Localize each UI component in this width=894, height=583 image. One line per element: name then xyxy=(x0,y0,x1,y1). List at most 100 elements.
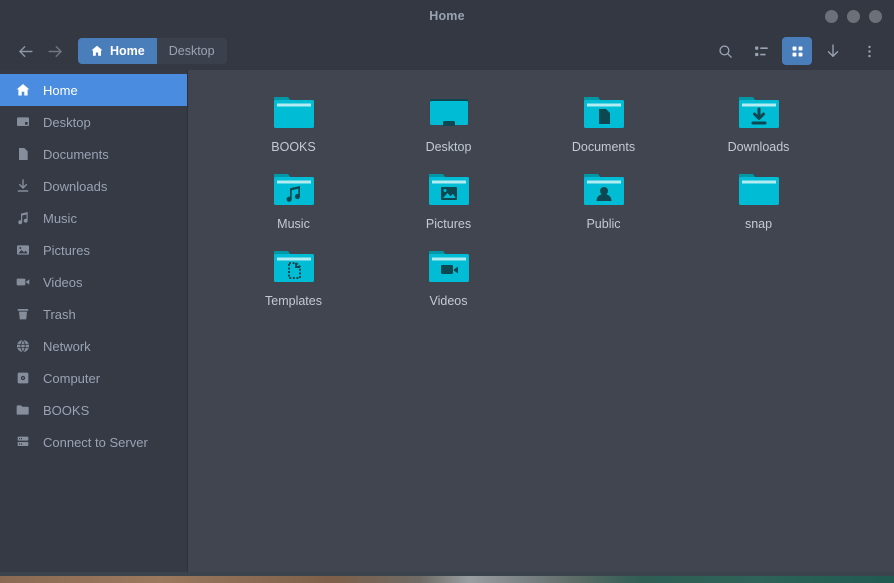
sidebar-item-desktop[interactable]: Desktop xyxy=(0,106,187,138)
file-label: Videos xyxy=(430,294,468,308)
window-controls xyxy=(825,0,882,32)
sidebar-item-network[interactable]: Network xyxy=(0,330,187,362)
sidebar-item-label: Downloads xyxy=(43,179,107,194)
maximize-button[interactable] xyxy=(847,10,860,23)
arrow-down-icon xyxy=(824,42,842,60)
file-item[interactable]: Desktop xyxy=(371,84,526,161)
folder-templates-icon xyxy=(270,244,318,288)
sidebar-item-label: Connect to Server xyxy=(43,435,148,450)
desktop-wallpaper xyxy=(0,572,894,583)
desktop-icon xyxy=(14,114,31,131)
minimize-button[interactable] xyxy=(825,10,838,23)
sidebar-item-label: Network xyxy=(43,339,91,354)
close-button[interactable] xyxy=(869,10,882,23)
trash-icon xyxy=(14,306,31,323)
folder-videos-icon xyxy=(425,244,473,288)
sidebar-item-label: Music xyxy=(43,211,77,226)
sidebar-item-music[interactable]: Music xyxy=(0,202,187,234)
file-item[interactable]: Downloads xyxy=(681,84,836,161)
breadcrumb-label: Home xyxy=(110,44,145,58)
computer-icon xyxy=(14,370,31,387)
folder-plain-icon xyxy=(735,167,783,211)
toolbar: Home Desktop xyxy=(0,32,894,70)
folder-music-icon xyxy=(270,167,318,211)
globe-icon xyxy=(14,338,31,355)
file-item[interactable]: Videos xyxy=(371,238,526,315)
sidebar-item-label: Trash xyxy=(43,307,76,322)
sidebar-item-videos[interactable]: Videos xyxy=(0,266,187,298)
sidebar-item-pictures[interactable]: Pictures xyxy=(0,234,187,266)
search-icon xyxy=(717,43,734,60)
folder-desktop-icon xyxy=(425,90,473,134)
file-item[interactable]: Documents xyxy=(526,84,681,161)
folder-plain-icon xyxy=(270,90,318,134)
back-button[interactable] xyxy=(10,36,40,66)
breadcrumb-label: Desktop xyxy=(169,44,215,58)
breadcrumb: Home Desktop xyxy=(78,38,227,64)
wallpaper-shadow xyxy=(0,572,894,576)
sidebar-item-label: Desktop xyxy=(43,115,91,130)
file-label: Music xyxy=(277,217,310,231)
sidebar-item-label: Videos xyxy=(43,275,83,290)
sidebar-item-home[interactable]: Home xyxy=(0,74,187,106)
file-label: Templates xyxy=(265,294,322,308)
sidebar-item-label: Computer xyxy=(43,371,100,386)
file-label: BOOKS xyxy=(271,140,315,154)
music-note-icon xyxy=(14,210,31,227)
download-icon xyxy=(14,178,31,195)
sidebar-item-label: BOOKS xyxy=(43,403,89,418)
title-bar: Home xyxy=(0,0,894,32)
sidebar-item-connect-to-server[interactable]: Connect to Server xyxy=(0,426,187,458)
image-icon xyxy=(14,242,31,259)
grid-view-icon xyxy=(789,43,806,60)
file-label: Public xyxy=(586,217,620,231)
file-item[interactable]: Pictures xyxy=(371,161,526,238)
search-button[interactable] xyxy=(710,37,740,65)
arrow-left-icon xyxy=(16,42,35,61)
sidebar-item-downloads[interactable]: Downloads xyxy=(0,170,187,202)
home-icon xyxy=(90,44,104,58)
sort-button[interactable] xyxy=(818,37,848,65)
toolbar-actions xyxy=(710,37,884,65)
window-title: Home xyxy=(0,0,894,32)
sidebar-item-label: Documents xyxy=(43,147,109,162)
server-icon xyxy=(14,434,31,451)
menu-button[interactable] xyxy=(854,37,884,65)
file-item[interactable]: Music xyxy=(216,161,371,238)
folder-public-icon xyxy=(580,167,628,211)
folder-icon xyxy=(14,402,31,419)
home-icon xyxy=(14,82,31,99)
folder-downloads-icon xyxy=(735,90,783,134)
file-manager-window: Home Home Desktop xyxy=(0,0,894,572)
sidebar-item-label: Pictures xyxy=(43,243,90,258)
grid-view-button[interactable] xyxy=(782,37,812,65)
sidebar: Home Desktop Documents Downloads xyxy=(0,70,188,572)
file-label: snap xyxy=(745,217,772,231)
folder-documents-icon xyxy=(580,90,628,134)
file-label: Pictures xyxy=(426,217,471,231)
list-view-button[interactable] xyxy=(746,37,776,65)
file-item[interactable]: snap xyxy=(681,161,836,238)
folder-pictures-icon xyxy=(425,167,473,211)
sidebar-item-computer[interactable]: Computer xyxy=(0,362,187,394)
sidebar-item-label: Home xyxy=(43,83,78,98)
file-grid: BOOKS Desktop xyxy=(188,70,894,572)
file-item[interactable]: Templates xyxy=(216,238,371,315)
file-item[interactable]: BOOKS xyxy=(216,84,371,161)
breadcrumb-item-home[interactable]: Home xyxy=(78,38,157,64)
video-camera-icon xyxy=(14,274,31,291)
file-item[interactable]: Public xyxy=(526,161,681,238)
window-body: Home Desktop Documents Downloads xyxy=(0,70,894,572)
breadcrumb-item-desktop[interactable]: Desktop xyxy=(157,38,227,64)
arrow-right-icon xyxy=(46,42,65,61)
sidebar-item-trash[interactable]: Trash xyxy=(0,298,187,330)
menu-dots-icon xyxy=(861,43,878,60)
file-label: Documents xyxy=(572,140,635,154)
document-icon xyxy=(14,146,31,163)
forward-button[interactable] xyxy=(40,36,70,66)
sidebar-item-books[interactable]: BOOKS xyxy=(0,394,187,426)
file-label: Desktop xyxy=(426,140,472,154)
file-label: Downloads xyxy=(728,140,790,154)
list-view-icon xyxy=(753,43,770,60)
sidebar-item-documents[interactable]: Documents xyxy=(0,138,187,170)
